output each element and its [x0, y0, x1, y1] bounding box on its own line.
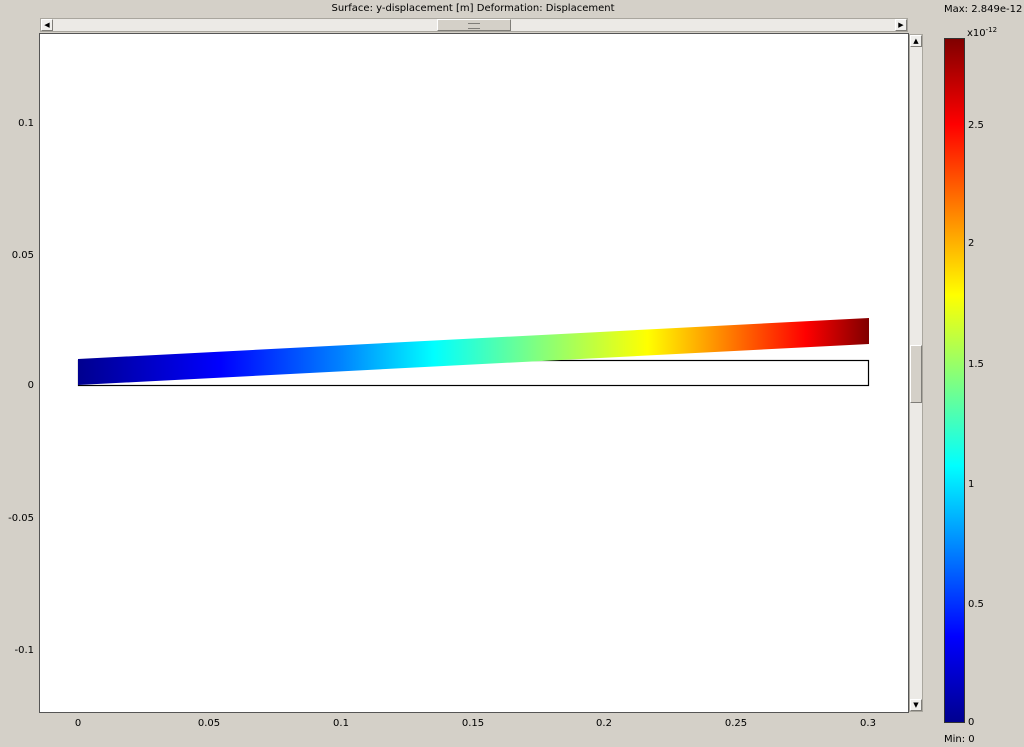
plot-window: Surface: y-displacement [m] Deformation:… [0, 0, 1024, 747]
colorbar-scale-exponent: -12 [985, 26, 998, 34]
colorbar-min-label: Min: 0 [944, 734, 975, 745]
x-tick-label: 0.15 [461, 718, 485, 729]
beam-shapes [77, 318, 870, 387]
colorbar-scale-base: x10 [967, 28, 986, 39]
vertical-scroll-thumb[interactable] [910, 345, 922, 403]
colorbar-tick-label: 1 [968, 479, 975, 490]
x-tick-label: 0.1 [333, 718, 349, 729]
colorbar-tick-label: 2 [968, 238, 975, 249]
y-tick-label: -0.05 [8, 513, 34, 524]
colorbar-tick-label: 0.5 [968, 599, 984, 610]
x-tick-label: 0.05 [197, 718, 221, 729]
colorbar-tick-label: 1.5 [968, 359, 984, 370]
colorbar-max-label: Max: 2.849e-12 [944, 4, 1023, 15]
colorbar-scale-factor: x10-12 [967, 24, 997, 40]
x-tick-label: 0.3 [860, 718, 876, 729]
y-tick-label: 0 [27, 380, 34, 391]
colorbar [944, 38, 965, 723]
scroll-up-arrow-icon[interactable]: ▲ [910, 35, 922, 47]
y-tick-label: 0.1 [18, 118, 34, 129]
colorbar-tick-label: 2.5 [968, 120, 984, 131]
x-tick-label: 0 [74, 718, 82, 729]
deformed-beam [78, 318, 869, 385]
x-tick-label: 0.2 [596, 718, 612, 729]
y-tick-label: -0.1 [14, 645, 34, 656]
y-tick-label: 0.05 [11, 250, 34, 261]
vertical-scrollbar[interactable]: ▲ ▼ [909, 34, 923, 712]
scroll-down-arrow-icon[interactable]: ▼ [910, 699, 922, 711]
colorbar-tick-label: 0 [968, 717, 975, 728]
x-tick-label: 0.25 [724, 718, 748, 729]
